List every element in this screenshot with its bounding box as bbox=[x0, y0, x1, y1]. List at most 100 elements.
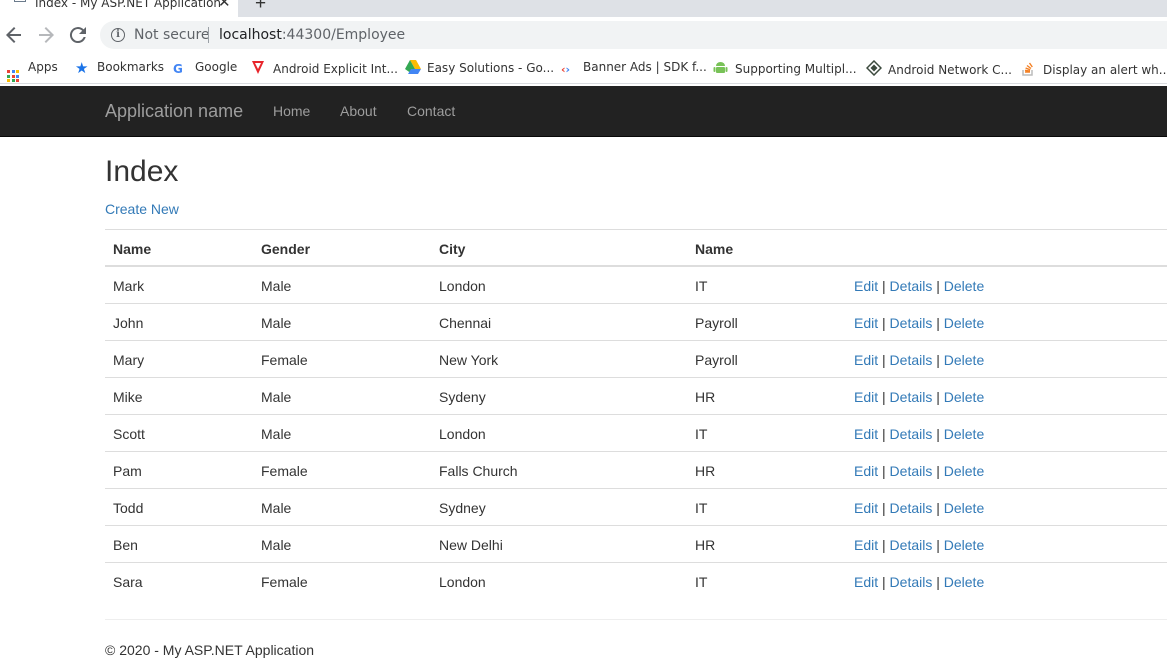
edit-link[interactable]: Edit bbox=[854, 426, 878, 442]
delete-link[interactable]: Delete bbox=[944, 537, 984, 553]
action-separator: | bbox=[882, 500, 886, 516]
details-link[interactable]: Details bbox=[890, 463, 933, 479]
table-row: Mike Male Sydeny HR Edit | Details | Delete bbox=[105, 377, 1167, 414]
bookmark-label: Easy Solutions - Go... bbox=[427, 61, 555, 75]
bookmark-bookmarks[interactable]: ★ Bookmarks bbox=[75, 60, 164, 76]
security-label: Not secure bbox=[134, 27, 210, 43]
details-link[interactable]: Details bbox=[890, 426, 933, 442]
delete-link[interactable]: Delete bbox=[944, 500, 984, 516]
cell-department: HR bbox=[695, 463, 716, 479]
cell-name: Scott bbox=[113, 426, 145, 442]
edit-link[interactable]: Edit bbox=[854, 278, 878, 294]
edit-link[interactable]: Edit bbox=[854, 500, 878, 516]
action-separator: | bbox=[936, 389, 940, 405]
cell-gender: Female bbox=[261, 574, 308, 590]
row-actions: Edit | Details | Delete bbox=[854, 537, 984, 553]
action-separator: | bbox=[936, 352, 940, 368]
bookmark-google[interactable]: G Google bbox=[173, 60, 237, 76]
details-link[interactable]: Details bbox=[890, 315, 933, 331]
nav-contact[interactable]: Contact bbox=[407, 103, 455, 119]
delete-link[interactable]: Delete bbox=[944, 426, 984, 442]
delete-link[interactable]: Delete bbox=[944, 278, 984, 294]
column-header-gender: Gender bbox=[261, 241, 311, 257]
bookmark-label: Apps bbox=[28, 60, 58, 74]
action-separator: | bbox=[936, 574, 940, 590]
stackoverflow-icon bbox=[1021, 60, 1035, 76]
details-link[interactable]: Details bbox=[890, 389, 933, 405]
delete-link[interactable]: Delete bbox=[944, 574, 984, 590]
url-text[interactable]: localhost:44300/Employee bbox=[219, 27, 405, 43]
cell-city: Chennai bbox=[439, 315, 492, 331]
drive-icon bbox=[405, 60, 421, 74]
edit-link[interactable]: Edit bbox=[854, 574, 878, 590]
details-link[interactable]: Details bbox=[890, 352, 933, 368]
bookmark-android-network[interactable]: Android Network C... bbox=[865, 59, 1012, 77]
page-title: Index bbox=[105, 155, 179, 188]
cell-gender: Male bbox=[261, 278, 292, 294]
row-actions: Edit | Details | Delete bbox=[854, 574, 984, 590]
cell-department: IT bbox=[695, 574, 708, 590]
bookmark-easy-solutions[interactable]: Easy Solutions - Go... bbox=[405, 60, 554, 76]
cell-department: IT bbox=[695, 500, 708, 516]
back-icon[interactable] bbox=[2, 23, 26, 47]
cell-department: HR bbox=[695, 537, 716, 553]
cell-city: London bbox=[439, 574, 486, 590]
forward-icon[interactable] bbox=[34, 23, 58, 47]
bookmark-apps[interactable]: Apps bbox=[7, 60, 58, 82]
details-link[interactable]: Details bbox=[890, 278, 933, 294]
delete-link[interactable]: Delete bbox=[944, 315, 984, 331]
site-navbar: Application name Home About Contact bbox=[0, 86, 1167, 137]
action-separator: | bbox=[936, 315, 940, 331]
browser-tab[interactable]: Index - My ASP.NET Application ✕ bbox=[0, 0, 238, 17]
action-separator: | bbox=[882, 574, 886, 590]
edit-link[interactable]: Edit bbox=[854, 537, 878, 553]
cell-city: New Delhi bbox=[439, 537, 503, 553]
table-row: Sara Female London IT Edit | Details | Delet… bbox=[105, 562, 1167, 599]
footer-divider bbox=[105, 619, 1167, 620]
details-link[interactable]: Details bbox=[890, 500, 933, 516]
bookmark-banner-ads[interactable]: ‹› Banner Ads | SDK f... bbox=[561, 60, 707, 76]
row-actions: Edit | Details | Delete bbox=[854, 463, 984, 479]
cell-department: Payroll bbox=[695, 315, 738, 331]
edit-link[interactable]: Edit bbox=[854, 389, 878, 405]
address-bar[interactable]: i Not secure localhost:44300/Employee bbox=[100, 21, 1167, 49]
delete-link[interactable]: Delete bbox=[944, 389, 984, 405]
close-tab-icon[interactable]: ✕ bbox=[218, 0, 231, 10]
delete-link[interactable]: Delete bbox=[944, 463, 984, 479]
bookmark-android-explicit[interactable]: Android Explicit Int... bbox=[251, 60, 398, 76]
cell-city: London bbox=[439, 426, 486, 442]
vivaldi-icon bbox=[251, 60, 265, 74]
action-separator: | bbox=[882, 315, 886, 331]
bookmark-label: Google bbox=[195, 60, 238, 74]
nav-home[interactable]: Home bbox=[273, 103, 310, 119]
action-separator: | bbox=[936, 426, 940, 442]
tab-title: Index - My ASP.NET Application bbox=[35, 0, 222, 10]
row-actions: Edit | Details | Delete bbox=[854, 278, 984, 294]
row-actions: Edit | Details | Delete bbox=[854, 500, 984, 516]
brand-link[interactable]: Application name bbox=[105, 101, 243, 122]
cell-name: Todd bbox=[113, 500, 144, 516]
cell-name: Ben bbox=[113, 537, 138, 553]
new-tab-icon[interactable]: + bbox=[255, 0, 266, 13]
delete-link[interactable]: Delete bbox=[944, 352, 984, 368]
bookmarks-bar: Apps ★ Bookmarks G Google Android Explicit… bbox=[0, 53, 1167, 84]
details-link[interactable]: Details bbox=[890, 537, 933, 553]
reload-icon[interactable] bbox=[66, 23, 90, 47]
cell-gender: Female bbox=[261, 463, 308, 479]
cell-gender: Female bbox=[261, 352, 308, 368]
bookmark-label: Display an alert wh... bbox=[1043, 63, 1167, 77]
bookmark-display-alert[interactable]: Display an alert wh... bbox=[1021, 60, 1167, 77]
edit-link[interactable]: Edit bbox=[854, 463, 878, 479]
create-new-link[interactable]: Create New bbox=[105, 201, 179, 217]
edit-link[interactable]: Edit bbox=[854, 315, 878, 331]
cell-gender: Male bbox=[261, 537, 292, 553]
info-icon[interactable]: i bbox=[111, 28, 125, 42]
details-link[interactable]: Details bbox=[890, 574, 933, 590]
bookmark-label: Android Explicit Int... bbox=[273, 62, 398, 76]
url-path: :44300/Employee bbox=[281, 27, 406, 43]
cell-city: Sydeny bbox=[439, 389, 486, 405]
nav-about[interactable]: About bbox=[340, 103, 377, 119]
bookmark-supporting-multiple[interactable]: Supporting Multipl... bbox=[713, 60, 857, 76]
cell-gender: Male bbox=[261, 500, 292, 516]
edit-link[interactable]: Edit bbox=[854, 352, 878, 368]
